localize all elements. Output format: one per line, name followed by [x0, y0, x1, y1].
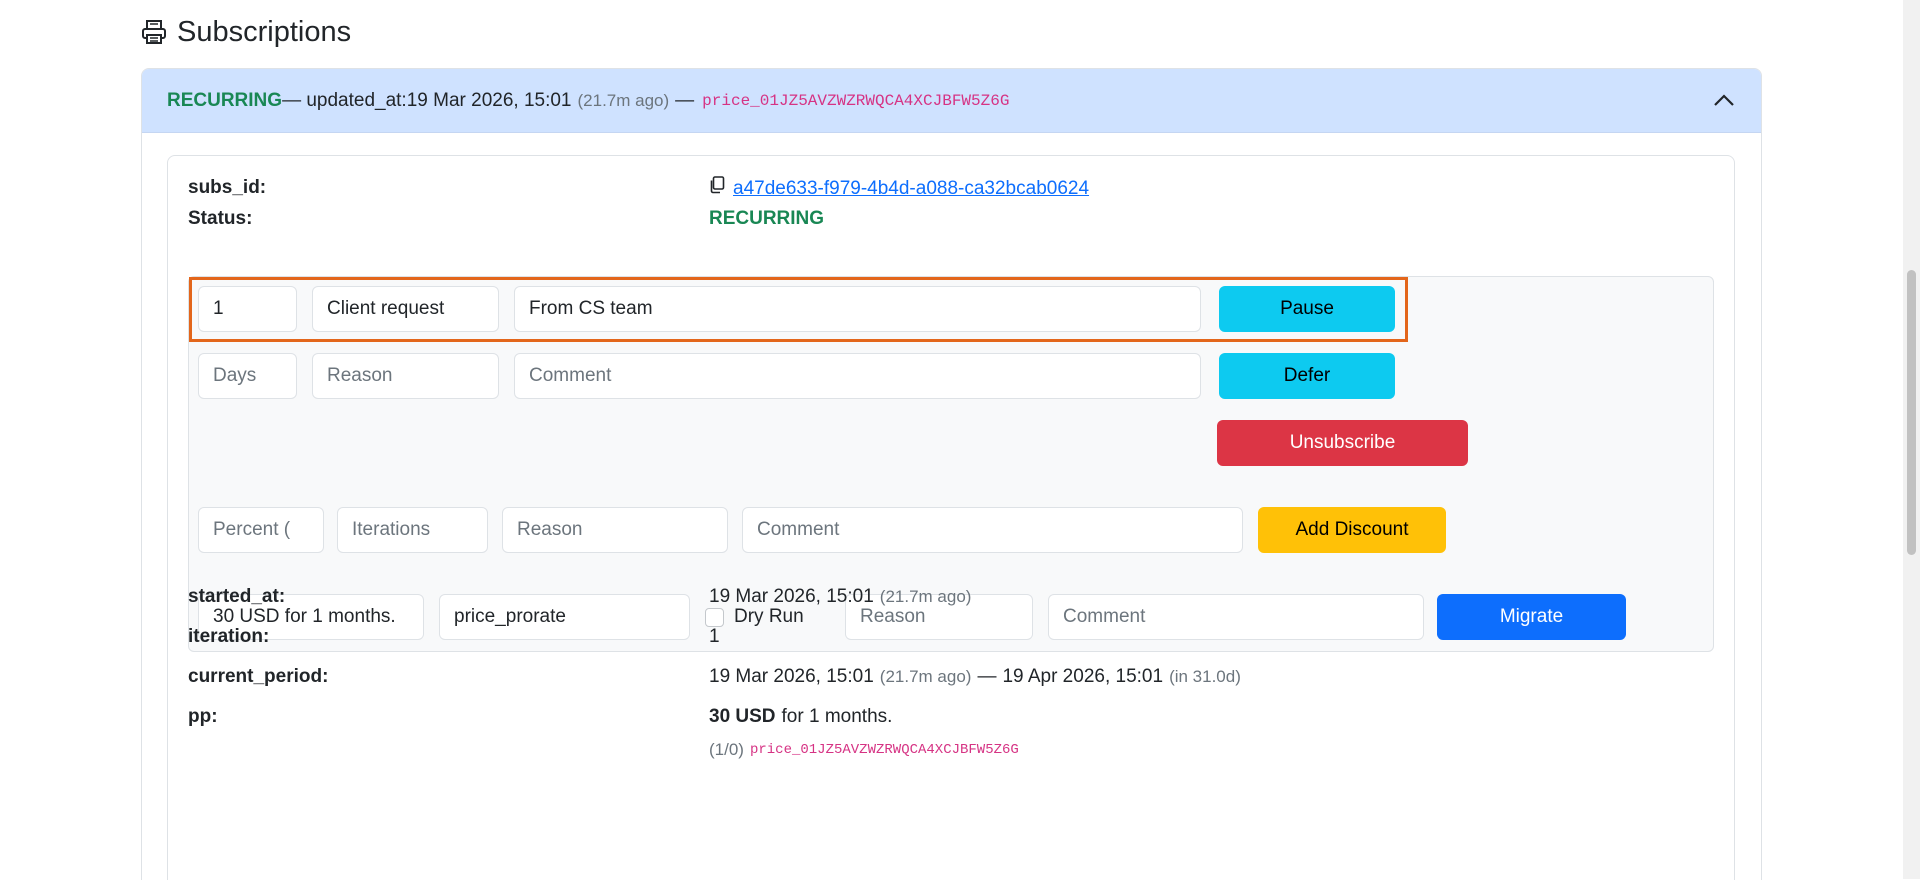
- pp-label: pp:: [188, 706, 218, 727]
- started-at-label: started_at:: [188, 586, 286, 607]
- pause-days-input[interactable]: 1: [198, 286, 297, 332]
- current-period-sep: —: [977, 666, 997, 687]
- discount-percent-input[interactable]: Percent (: [198, 507, 324, 553]
- pp-counter: (1/0): [709, 740, 744, 759]
- status-label: Status:: [188, 208, 253, 229]
- accordion-header[interactable]: RECURRING — updated_at:19 Mar 2026, 15:0…: [142, 69, 1761, 133]
- subs-id-row: subs_id: a47de633-f979-4b4d-a088-ca32bca…: [188, 176, 1089, 200]
- subs-id-label: subs_id:: [188, 177, 267, 198]
- iteration-value: 1: [709, 626, 720, 647]
- migrate-comment-input[interactable]: Comment: [1048, 594, 1424, 640]
- started-at-ago: (21.7m ago): [879, 587, 972, 606]
- started-at-value: 19 Mar 2026, 15:01: [709, 586, 874, 607]
- pause-button[interactable]: Pause: [1219, 286, 1395, 332]
- pp-detail-row: (1/0) price_01JZ5AVZWZRWQCA4XCJBFW5Z6G: [709, 740, 1019, 760]
- current-period-end-in: (in 31.0d): [1169, 667, 1241, 686]
- header-updated: — updated_at:19 Mar 2026, 15:01: [282, 89, 572, 111]
- dry-run-label: Dry Run: [734, 606, 804, 627]
- pp-rest: for 1 months.: [781, 706, 893, 727]
- scrollbar-thumb[interactable]: [1907, 270, 1916, 555]
- header-updated-ago: (21.7m ago): [577, 90, 670, 110]
- subs-id-link[interactable]: a47de633-f979-4b4d-a088-ca32bcab0624: [733, 178, 1089, 200]
- current-period-row: current_period: 19 Mar 2026, 15:01 (21.7…: [188, 666, 1241, 688]
- defer-reason-input[interactable]: Reason: [312, 353, 499, 399]
- defer-button[interactable]: Defer: [1219, 353, 1395, 399]
- current-period-end: 19 Apr 2026, 15:01: [1002, 666, 1164, 687]
- defer-days-input[interactable]: Days: [198, 353, 297, 399]
- current-period-start-ago: (21.7m ago): [879, 667, 972, 686]
- add-discount-button[interactable]: Add Discount: [1258, 507, 1446, 553]
- status-row: Status: RECURRING: [188, 208, 824, 230]
- defer-comment-input[interactable]: Comment: [514, 353, 1201, 399]
- status-value: RECURRING: [709, 208, 825, 229]
- header-separator: —: [675, 89, 695, 111]
- migrate-button[interactable]: Migrate: [1437, 594, 1626, 640]
- dry-run-checkbox[interactable]: [705, 607, 724, 627]
- discount-iterations-input[interactable]: Iterations: [337, 507, 488, 553]
- section-title: Subscriptions: [141, 10, 351, 54]
- discount-reason-input[interactable]: Reason: [502, 507, 728, 553]
- unsubscribe-button[interactable]: Unsubscribe: [1217, 420, 1468, 466]
- iteration-label: iteration:: [188, 626, 270, 647]
- iteration-row: iteration: 1: [188, 626, 720, 648]
- copy-icon[interactable]: [709, 176, 725, 200]
- chevron-up-icon[interactable]: [1713, 91, 1735, 109]
- pp-amount: 30 USD: [709, 706, 776, 727]
- current-period-label: current_period:: [188, 666, 329, 687]
- discount-comment-input[interactable]: Comment: [742, 507, 1243, 553]
- page-scrollbar[interactable]: [1903, 0, 1920, 879]
- pause-comment-input[interactable]: From CS team: [514, 286, 1201, 332]
- current-period-start: 19 Mar 2026, 15:01: [709, 666, 874, 687]
- pp-price-id: price_01JZ5AVZWZRWQCA4XCJBFW5Z6G: [749, 742, 1019, 758]
- subscription-card: subs_id: a47de633-f979-4b4d-a088-ca32bca…: [167, 155, 1735, 880]
- subscription-accordion: RECURRING — updated_at:19 Mar 2026, 15:0…: [141, 68, 1762, 880]
- pause-reason-input[interactable]: Client request: [312, 286, 499, 332]
- header-price-id: price_01JZ5AVZWZRWQCA4XCJBFW5Z6G: [702, 91, 1010, 110]
- started-at-row: started_at: 19 Mar 2026, 15:01 (21.7m ag…: [188, 586, 971, 608]
- pp-row: pp: 30 USD for 1 months.: [188, 706, 892, 728]
- header-status: RECURRING: [167, 89, 283, 111]
- section-title-text: Subscriptions: [177, 15, 352, 48]
- printer-icon: [141, 19, 167, 45]
